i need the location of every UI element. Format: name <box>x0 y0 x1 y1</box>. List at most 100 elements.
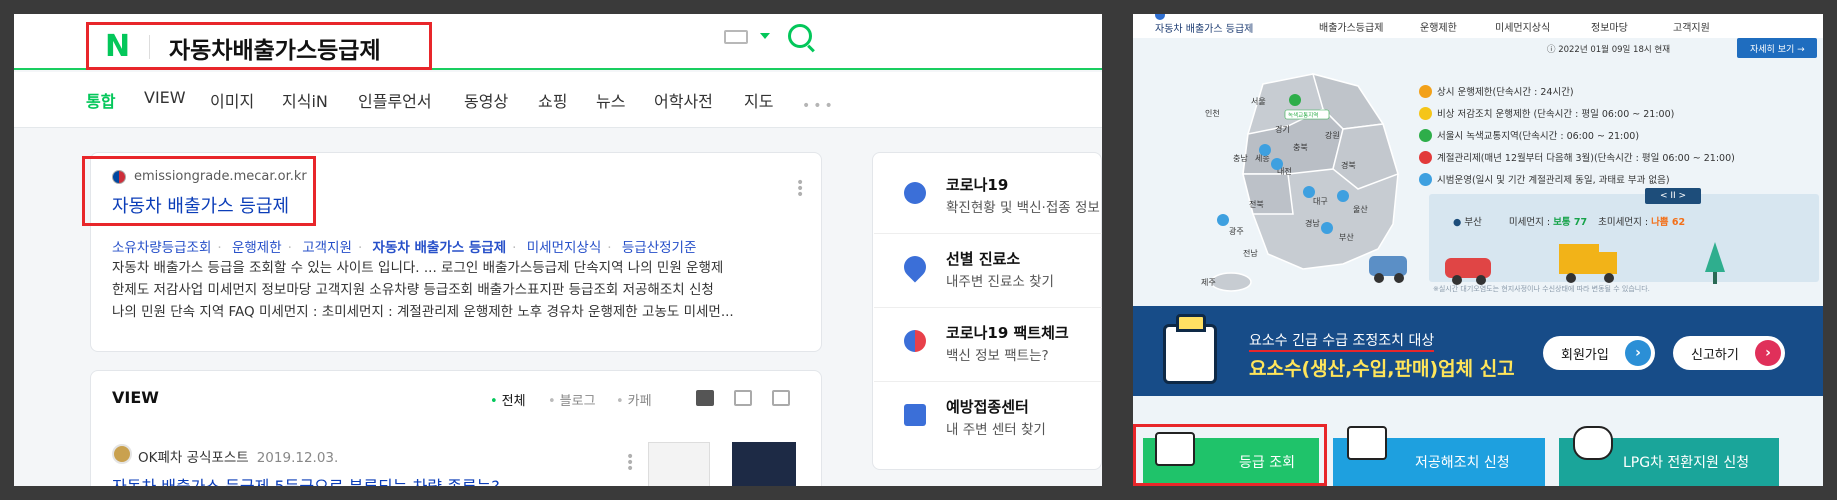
legend-badge-icon <box>1419 85 1432 98</box>
view-filter-all[interactable]: • 전체 <box>490 390 526 409</box>
pilot-marker <box>1259 144 1271 156</box>
side-item-sub: 확진현황 및 백신·접종 정보 <box>946 200 1100 216</box>
side-item-title: 선별 진료소 <box>946 250 1021 268</box>
map-region-label: 부산 <box>1339 232 1354 242</box>
green-zone-marker <box>1289 94 1301 106</box>
pilot-marker <box>1321 222 1333 234</box>
nav-item-grade[interactable]: 배출가스등급제 <box>1319 19 1383 34</box>
view-section-title: VIEW <box>112 388 159 407</box>
tab-integrated[interactable]: 통합 <box>86 88 115 112</box>
tab-video[interactable]: 동영상 <box>464 88 508 112</box>
legend-badge-icon <box>1419 151 1432 164</box>
map-region-label: 대구 <box>1313 197 1328 206</box>
side-item-title: 예방접종센터 <box>946 398 1029 416</box>
side-item-title: 코로나19 팩트체크 <box>946 324 1069 342</box>
search-tabs: 통합 VIEW 이미지 지식iN 인플루언서 동영상 쇼핑 뉴스 어학사전 지도… <box>14 72 1102 128</box>
sitelink[interactable]: 소유차량등급조회 <box>112 240 211 256</box>
more-tabs-icon[interactable]: ••• <box>802 98 836 114</box>
urea-tank-icon <box>1163 314 1217 384</box>
sitelink[interactable]: 미세먼지상식 <box>527 240 602 256</box>
vaccine-center-icon <box>904 404 926 426</box>
view-filter-blog[interactable]: • 블로그 <box>548 390 596 409</box>
government-emblem-icon <box>112 170 126 184</box>
sitelink[interactable]: 고객지원 <box>302 240 352 256</box>
report-button[interactable]: 신고하기 › <box>1673 336 1785 370</box>
map-region-label: 충남 <box>1233 154 1248 163</box>
result-title-link[interactable]: 자동차 배출가스 등급제 <box>112 192 289 218</box>
service-label: LPG차 전환지원 신청 <box>1623 455 1750 471</box>
list-view-icon[interactable] <box>696 390 714 406</box>
tab-news[interactable]: 뉴스 <box>596 88 625 112</box>
legend-item: 상시 운행제한(단속시간 : 24시간) <box>1419 84 1574 98</box>
naver-logo[interactable]: N <box>105 29 130 64</box>
join-button[interactable]: 회원가입 › <box>1543 336 1655 370</box>
banner-line2: 요소수(생산,수입,판매)업체 신고 <box>1249 358 1515 380</box>
sitelink[interactable]: 등급산정기준 <box>622 240 697 256</box>
map-region-label: 인천 <box>1205 108 1220 118</box>
sitelink[interactable]: 자동차 배출가스 등급제 <box>373 240 507 256</box>
side-item-sub: 내주변 진료소 찾기 <box>946 274 1054 290</box>
post-more-icon[interactable]: • • • <box>626 450 634 476</box>
nav-item-info[interactable]: 정보마당 <box>1591 19 1628 34</box>
search-icon[interactable] <box>788 24 812 48</box>
post-thumbnail[interactable] <box>648 442 710 486</box>
map-region-label: 울산 <box>1353 204 1368 214</box>
legend-item: 비상 저감조치 운행제한 (단속시간 : 평일 06:00 ~ 21:00) <box>1419 106 1674 120</box>
service-label: 저공해조치 신청 <box>1415 455 1510 471</box>
urea-notice-banner: 요소수 긴급 수급 조정조치 대상 요소수(생산,수입,판매)업체 신고 회원가… <box>1133 306 1823 396</box>
legend-badge-icon <box>1419 129 1432 142</box>
dust-pager-control[interactable]: < II > <box>1645 188 1701 204</box>
tab-influencer[interactable]: 인플루언서 <box>358 88 432 112</box>
nav-item-support[interactable]: 고객지원 <box>1673 19 1710 34</box>
detail-button[interactable]: 자세히 보기 → <box>1737 38 1817 58</box>
result-snippet-line: 자동차 배출가스 등급을 조회할 수 있는 사이트 입니다. ... 로그인 배… <box>112 260 724 276</box>
side-item-factcheck[interactable]: 코로나19 팩트체크 백신 정보 팩트는? <box>874 308 1102 382</box>
view-filter-cafe[interactable]: • 카페 <box>616 390 652 409</box>
side-item-covid[interactable]: 코로나19 확진현황 및 백신·접종 정보 <box>874 160 1102 234</box>
map-region-label: 강원 <box>1325 130 1340 140</box>
legend-badge-icon <box>1419 107 1432 120</box>
factcheck-icon <box>904 330 926 352</box>
tab-shopping[interactable]: 쇼핑 <box>538 88 567 112</box>
map-region-label: 경북 <box>1341 160 1356 170</box>
video-view-icon[interactable] <box>772 390 790 406</box>
author-line[interactable]: OK폐차 공식포스트 2019.12.03. <box>138 446 338 466</box>
search-box-highlight[interactable]: N 자동차배출가스등급제 <box>86 22 432 70</box>
tab-kin[interactable]: 지식iN <box>282 88 328 112</box>
map-region-label: 전북 <box>1249 199 1264 209</box>
map-region-label: 서울 <box>1251 97 1266 106</box>
legend-item: 서울시 녹색교통지역(단속시간 : 06:00 ~ 21:00) <box>1419 128 1639 142</box>
document-icon <box>1347 426 1387 460</box>
tab-images[interactable]: 이미지 <box>210 88 254 112</box>
emission-site-panel: 자동차 배출가스 등급제 배출가스등급제 운행제한 미세먼지상식 정보마당 고객… <box>1133 14 1823 486</box>
nav-item-dust[interactable]: 미세먼지상식 <box>1495 19 1550 34</box>
pilot-marker <box>1271 158 1283 170</box>
nav-item-restriction[interactable]: 운행제한 <box>1420 19 1457 34</box>
side-item-vaccine[interactable]: 예방접종센터 내 주변 센터 찾기 <box>874 382 1102 456</box>
author-avatar[interactable] <box>112 444 132 464</box>
search-query[interactable]: 자동차배출가스등급제 <box>169 31 381 65</box>
arrow-right-icon: › <box>1755 340 1781 366</box>
chevron-down-icon[interactable] <box>760 33 770 39</box>
result-url[interactable]: emissiongrade.mecar.or.kr <box>134 169 307 184</box>
sitelink[interactable]: 운행제한 <box>232 240 282 256</box>
result-snippet-line: 나의 민원 단속 지역 FAQ 미세먼지 : 초미세먼지 : 계절관리제 운행제… <box>112 304 734 320</box>
dust-region: 부산 <box>1464 217 1482 228</box>
keyboard-icon[interactable] <box>724 30 748 44</box>
grade-lookup-highlight <box>1133 424 1327 486</box>
tab-map[interactable]: 지도 <box>744 88 773 112</box>
naver-search-panel: N 자동차배출가스등급제 통합 VIEW 이미지 지식iN 인플루언서 동영상 … <box>14 14 1102 486</box>
result-more-icon[interactable]: • • • <box>796 176 804 202</box>
view-post-title[interactable]: 자동차 배출가스 등급제 5등급으로 분류되는 차량 종류는? <box>112 473 500 486</box>
tab-dictionary[interactable]: 어학사전 <box>654 88 713 112</box>
legend-badge-icon <box>1419 173 1432 186</box>
pm10-value: 보통 77 <box>1553 217 1588 228</box>
legend-item: 시범운영(일시 및 기간 계절관리제 동일, 과태료 부과 없음) <box>1419 172 1670 186</box>
tab-view[interactable]: VIEW <box>144 88 186 107</box>
grid-view-icon[interactable] <box>734 390 752 406</box>
side-item-clinic[interactable]: 선별 진료소 내주변 진료소 찾기 <box>874 234 1102 308</box>
post-thumbnail[interactable] <box>732 442 796 486</box>
green-zone-label: 녹색교통지역 <box>1288 111 1318 119</box>
map-region-label: 충북 <box>1293 143 1308 152</box>
site-logo-text[interactable]: 자동차 배출가스 등급제 <box>1155 20 1253 35</box>
